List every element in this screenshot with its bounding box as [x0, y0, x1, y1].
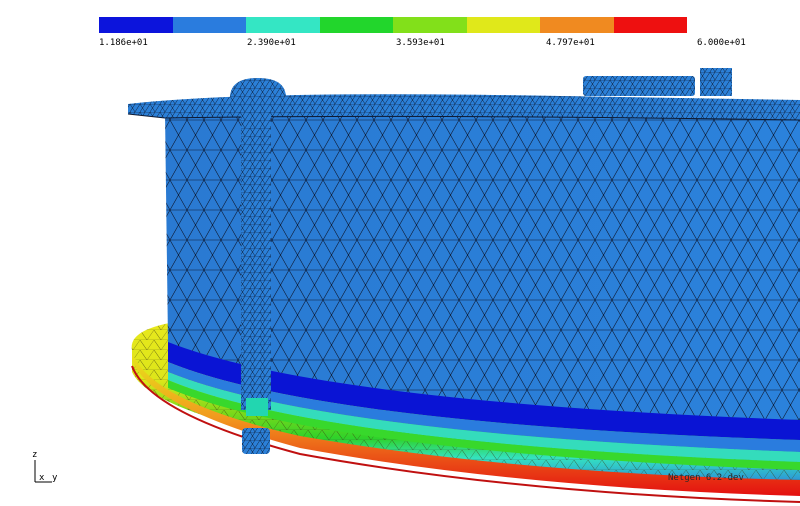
bolt-shaft — [241, 112, 271, 454]
render-viewport[interactable] — [0, 0, 800, 506]
top-fitting — [583, 68, 732, 96]
axis-y-label: y — [52, 473, 58, 483]
bolt-head — [230, 78, 286, 98]
top-lid — [127, 94, 800, 121]
axis-z-label: z — [32, 450, 38, 460]
axis-triad: z x y — [30, 450, 70, 486]
axis-x-label: x — [39, 473, 45, 483]
version-label: Netgen 6.2-dev — [668, 473, 744, 483]
